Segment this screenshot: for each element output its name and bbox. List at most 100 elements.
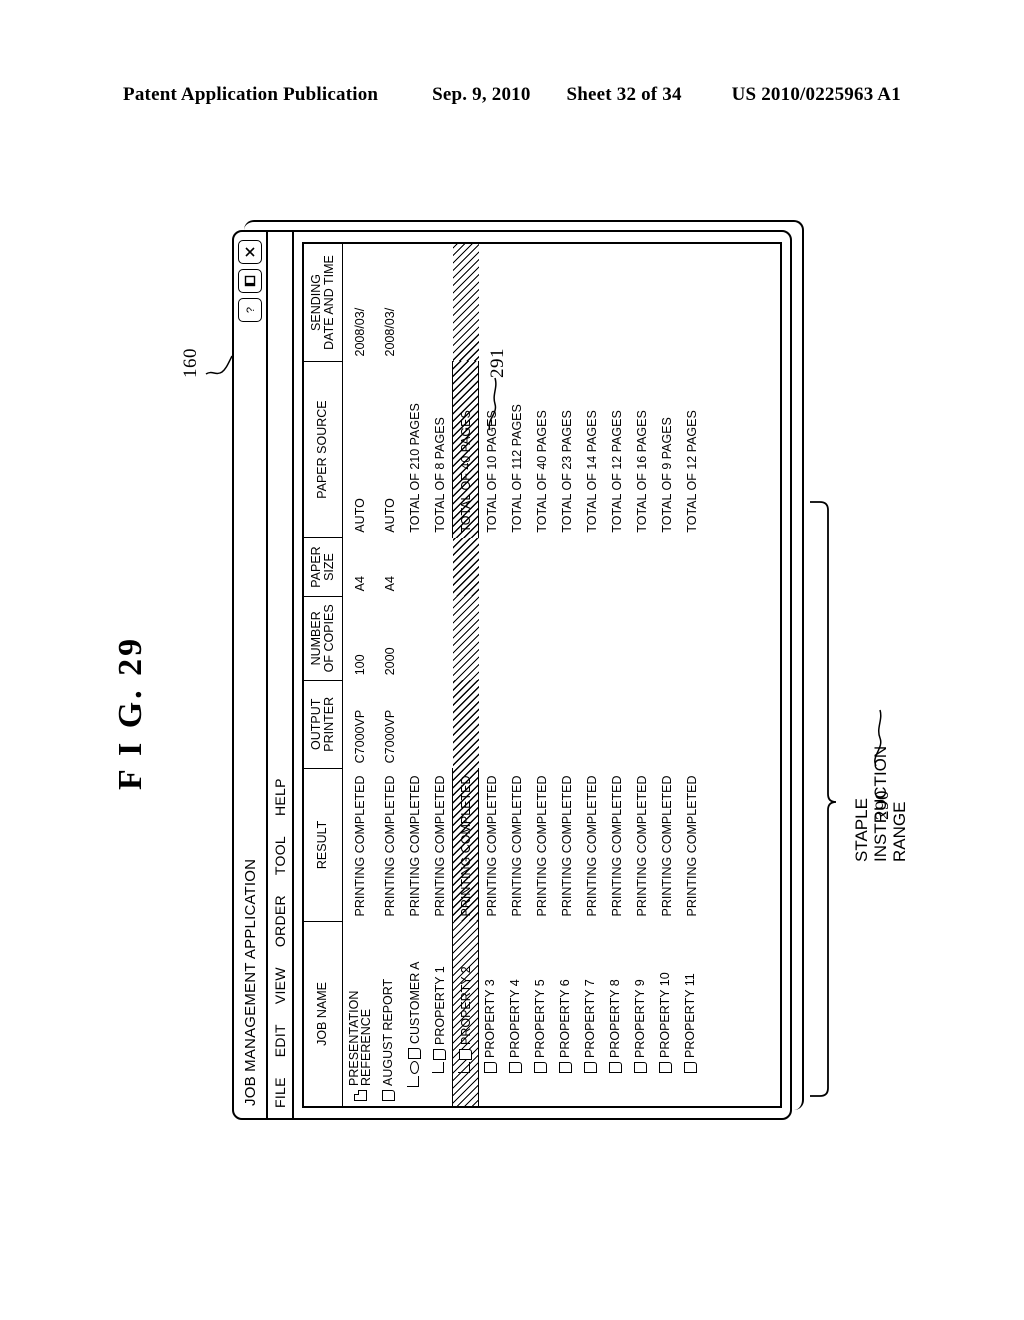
cell-paper-size <box>453 538 479 597</box>
cell-job-name[interactable]: PROPERTY 9 <box>629 921 654 1106</box>
document-icon[interactable] <box>608 1062 622 1073</box>
table-row[interactable]: PROPERTY 10 PRINTING COMPLETED TOTAL OF 9 … <box>654 244 679 1106</box>
cell-job-name[interactable]: PROPERTY 11 <box>679 921 704 1106</box>
cell-paper-source-text: AUTO <box>353 498 367 533</box>
column-header-paper-source[interactable]: PAPER SOURCE <box>304 361 343 538</box>
cell-job-name[interactable]: PROPERTY 3 <box>479 921 505 1106</box>
document-icon[interactable] <box>508 1062 522 1073</box>
document-icon[interactable] <box>683 1062 697 1073</box>
job-name-tree: PROPERTY 6 <box>558 979 572 1101</box>
job-name-label: PROPERTY 10 <box>658 972 673 1058</box>
column-header-job-name[interactable]: JOB NAME <box>304 921 343 1106</box>
job-name-tree: PROPERTY 7 <box>583 979 597 1101</box>
document-icon[interactable] <box>533 1062 547 1073</box>
document-icon[interactable] <box>583 1062 597 1073</box>
table-row[interactable]: AUGUST REPORT PRINTING COMPLETED C7000VP 20… <box>377 244 402 1106</box>
table-row[interactable]: PROPERTY 5 PRINTING COMPLETED TOTAL OF 40 … <box>529 244 554 1106</box>
table-row[interactable]: PROPERTY 1 PRINTING COMPLETED TOTAL OF 8 P… <box>427 244 453 1106</box>
maximize-icon <box>244 275 256 287</box>
menu-item-tool[interactable]: TOOL <box>272 836 288 875</box>
document-icon[interactable] <box>658 1062 672 1073</box>
staple-range-brace <box>810 501 837 1097</box>
menubar: FILE EDIT VIEW ORDER TOOL HELP <box>268 232 294 1118</box>
svg-text:?: ? <box>245 307 257 313</box>
cell-result-text: PRINTING COMPLETED <box>484 775 499 917</box>
document-icon[interactable] <box>633 1062 647 1073</box>
job-name-tree: PROPERTY 1 <box>432 966 447 1101</box>
cell-job-name[interactable]: PROPERTY 5 <box>529 921 554 1106</box>
job-name-tree: PROPERTY 8 <box>608 979 622 1101</box>
menu-item-view[interactable]: VIEW <box>272 967 288 1004</box>
cell-job-name[interactable]: PROPERTY 1 <box>427 921 453 1106</box>
cell-sending-date <box>604 244 629 361</box>
job-name-tree: PROPERTY 10 <box>658 972 672 1101</box>
cell-sending-date <box>679 244 704 361</box>
column-header-result[interactable]: RESULT <box>304 768 343 922</box>
cell-result-text: PRINTING COMPLETED <box>509 775 524 917</box>
cell-job-name[interactable]: AUGUST REPORT <box>377 921 402 1106</box>
cell-job-name[interactable]: PROPERTY 7 <box>579 921 604 1106</box>
cell-paper-source: TOTAL OF 14 PAGES <box>579 361 604 537</box>
cell-sending-date <box>453 244 479 361</box>
cell-result-text: PRINTING COMPLETED <box>559 775 574 917</box>
cell-paper-source: AUTO <box>377 361 402 537</box>
job-name-label: PROPERTY 3 <box>483 979 498 1058</box>
menu-item-edit[interactable]: EDIT <box>272 1024 288 1057</box>
document-icon[interactable] <box>459 1049 472 1060</box>
cell-output-printer: C7000VP <box>377 680 402 768</box>
cell-output-printer <box>579 680 604 768</box>
patent-page-header: Patent Application Publication Sep. 9, 2… <box>0 84 1024 106</box>
publication-date: Sep. 9, 2010 <box>432 84 531 105</box>
document-icon[interactable] <box>433 1049 446 1060</box>
job-name-tree: PROPERTY 5 <box>533 979 547 1101</box>
cell-result: PRINTING COMPLETED <box>343 768 378 921</box>
table-row[interactable]: PROPERTY 2 PRINTING COMPLETED TOTAL OF 40 … <box>452 244 479 1106</box>
cell-result: PRINTING COMPLETED <box>629 768 654 921</box>
cell-paper-source-text: TOTAL OF 40 PAGES <box>534 410 549 533</box>
cell-number-of-copies <box>504 596 529 680</box>
table-row[interactable]: PROPERTY 7 PRINTING COMPLETED TOTAL OF 14 … <box>579 244 604 1106</box>
cell-job-name[interactable]: PROPERTY 2 <box>452 921 479 1106</box>
cell-paper-source: TOTAL OF 210 PAGES <box>402 361 427 537</box>
cell-job-name[interactable]: PROPERTY 8 <box>604 921 629 1106</box>
document-icon[interactable] <box>408 1048 421 1059</box>
col-date-line2: DATE AND TIME <box>322 255 336 350</box>
column-header-output-printer[interactable]: OUTPUT PRINTER <box>304 680 343 769</box>
col-source-line1: PAPER SOURCE <box>315 400 330 499</box>
cell-output-printer-text: C7000VP <box>353 709 367 764</box>
column-header-sending-date-and-time[interactable]: SENDING DATE AND TIME <box>304 244 343 362</box>
col-copies-line2: OF COPIES <box>322 604 336 673</box>
cell-job-name[interactable]: PROPERTY 6 <box>554 921 579 1106</box>
table-row[interactable]: CUSTOMER A PRINTING COMPLETED TOTAL OF 210… <box>402 244 427 1106</box>
table-row[interactable]: PROPERTY 8 PRINTING COMPLETED TOTAL OF 12 … <box>604 244 629 1106</box>
cell-result-text: PRINTING COMPLETED <box>382 775 397 917</box>
maximize-button[interactable] <box>238 269 262 293</box>
table-row[interactable]: PROPERTY 9 PRINTING COMPLETED TOTAL OF 16 … <box>629 244 654 1106</box>
document-icon[interactable] <box>558 1062 572 1073</box>
cell-paper-size <box>402 538 427 597</box>
cell-job-name[interactable]: PROPERTY 10 <box>654 921 679 1106</box>
cell-result: PRINTING COMPLETED <box>679 768 704 921</box>
question-mark-icon: ? <box>245 307 257 313</box>
cell-output-printer: C7000VP <box>343 680 378 768</box>
cell-paper-size <box>654 538 679 597</box>
document-group-icon[interactable] <box>353 1090 367 1101</box>
table-row[interactable]: PRESENTATION REFERENCE PRINTING COMPLETED C… <box>343 244 378 1106</box>
menu-item-order[interactable]: ORDER <box>272 895 288 947</box>
menu-item-help[interactable]: HELP <box>272 778 288 816</box>
cell-paper-size <box>604 538 629 597</box>
cell-job-name[interactable]: CUSTOMER A <box>402 921 427 1106</box>
column-header-number-of-copies[interactable]: NUMBER OF COPIES <box>304 596 343 681</box>
cell-job-name[interactable]: PROPERTY 4 <box>504 921 529 1106</box>
table-row[interactable]: PROPERTY 6 PRINTING COMPLETED TOTAL OF 23 … <box>554 244 579 1106</box>
menu-item-file[interactable]: FILE <box>272 1077 288 1108</box>
document-icon[interactable] <box>483 1062 497 1073</box>
close-button[interactable] <box>238 240 262 264</box>
cell-job-name[interactable]: PRESENTATION REFERENCE <box>343 921 378 1106</box>
column-header-paper-size[interactable]: PAPER SIZE <box>304 537 343 597</box>
help-button[interactable]: ? <box>238 298 262 322</box>
table-row[interactable]: PROPERTY 11 PRINTING COMPLETED TOTAL OF 12… <box>679 244 704 1106</box>
cell-number-of-copies <box>529 596 554 680</box>
cell-output-printer-text: C7000VP <box>382 709 397 764</box>
document-icon[interactable] <box>381 1090 395 1101</box>
